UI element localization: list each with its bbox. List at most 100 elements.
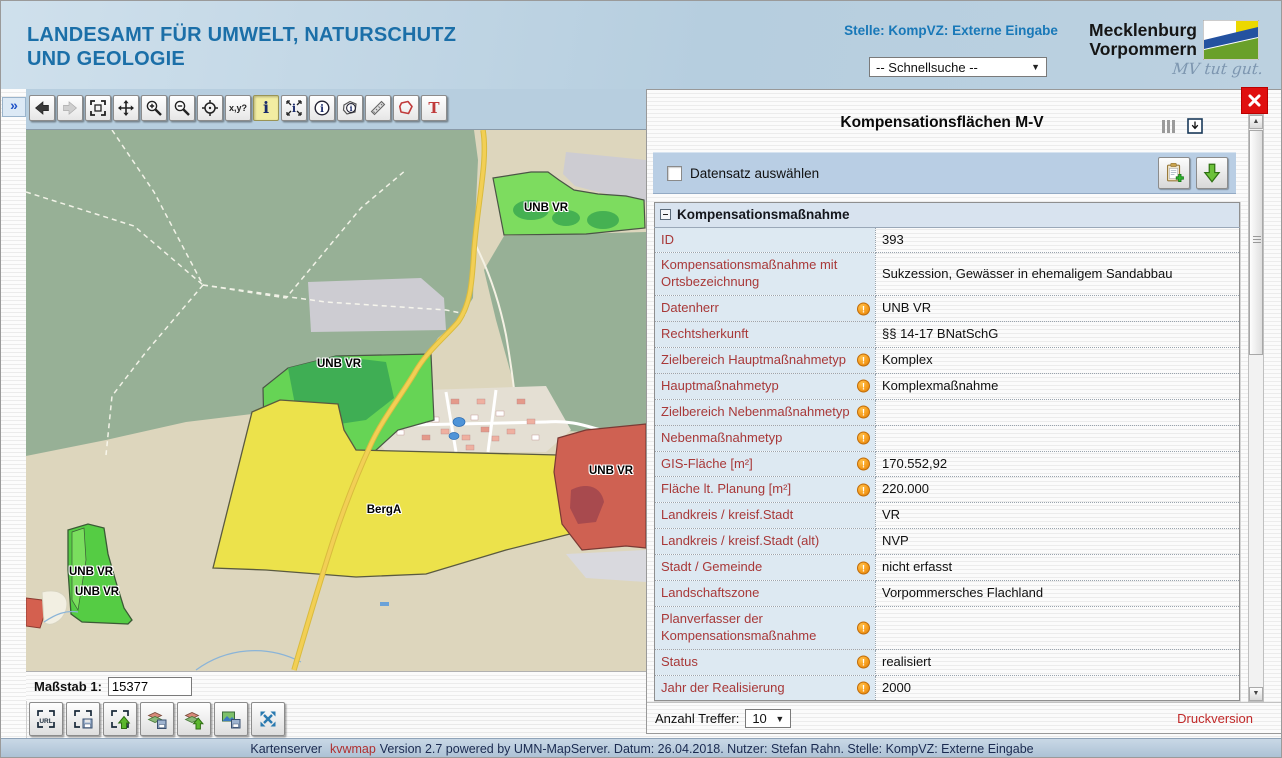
field-value <box>876 606 1240 649</box>
info-area-icon: i <box>341 99 359 117</box>
save-image-button[interactable] <box>214 702 248 736</box>
info-expand-button[interactable]: i <box>281 95 307 121</box>
warning-icon[interactable]: ! <box>857 561 870 574</box>
save-layers-button[interactable] <box>140 702 174 736</box>
full-extent-icon <box>89 99 107 117</box>
field-value: §§ 14-17 BNatSchG <box>876 322 1240 348</box>
field-label: Fläche lt. Planung [m²] <box>661 481 791 496</box>
info-button[interactable]: i <box>253 95 279 121</box>
field-row: Stadt / Gemeinde!nicht erfasst <box>655 555 1240 581</box>
footer-info: Version 2.7 powered by UMN-MapServer. Da… <box>380 742 1034 756</box>
close-panel-button[interactable] <box>1241 87 1268 114</box>
forward-arrow-icon <box>64 102 77 114</box>
field-row: Jahr der Realisierung!2000 <box>655 675 1240 701</box>
svg-text:i: i <box>292 102 296 115</box>
hits-count-value: 10 <box>752 711 766 726</box>
load-layers-icon <box>183 708 205 730</box>
copy-record-button[interactable] <box>1158 157 1190 189</box>
quick-search-select[interactable]: -- Schnellsuche -- ▼ <box>869 57 1047 77</box>
share-url-button[interactable]: URL <box>29 702 63 736</box>
sidebar-expand-button[interactable]: » <box>2 97 26 117</box>
xy-query-button[interactable]: x,y? <box>225 95 251 121</box>
zoom-out-button[interactable] <box>169 95 195 121</box>
app-window: LANDESAMT FÜR UMWELT, NATURSCHUTZ UND GE… <box>0 0 1282 758</box>
select-record-checkbox[interactable] <box>667 166 682 181</box>
scale-label: Maßstab 1: <box>34 679 102 694</box>
expand-arrows-icon <box>257 708 279 730</box>
info-expand-icon: i <box>285 99 303 117</box>
svg-text:i: i <box>320 104 324 115</box>
agency-title: LANDESAMT FÜR UMWELT, NATURSCHUTZ UND GE… <box>27 23 456 71</box>
load-extent-button[interactable] <box>103 702 137 736</box>
warning-icon[interactable]: ! <box>857 682 870 695</box>
pan-button[interactable] <box>113 95 139 121</box>
map-labels: UNB VRUNB VRUNB VRBergAUNB VRUNB VR <box>26 130 646 672</box>
field-row: Zielbereich Nebenmaßnahmetyp! <box>655 399 1240 425</box>
recenter-button[interactable] <box>197 95 223 121</box>
save-extent-button[interactable] <box>66 702 100 736</box>
field-label: Jahr der Realisierung <box>661 680 785 695</box>
svg-text:i: i <box>350 104 353 113</box>
zoom-out-icon <box>173 99 191 117</box>
text-tool-icon: T <box>428 101 439 116</box>
load-layers-button[interactable] <box>177 702 211 736</box>
map-feature-label: UNB VR <box>75 586 119 598</box>
field-row: Planverfasser der Kompensationsmaßnahme! <box>655 606 1240 649</box>
dock-panel-icon[interactable] <box>1187 118 1203 134</box>
panel-scrollbar[interactable]: ▲ ▼ <box>1248 114 1264 702</box>
close-icon <box>1246 92 1263 109</box>
field-label: Datenherr <box>661 300 719 315</box>
layout-columns-icon[interactable] <box>1162 120 1175 133</box>
field-label: Stadt / Gemeinde <box>661 559 762 574</box>
field-row: Rechtsherkunft§§ 14-17 BNatSchG <box>655 322 1240 348</box>
download-arrow-icon <box>1200 161 1224 185</box>
field-row: Zielbereich Hauptmaßnahmetyp!Komplex <box>655 348 1240 374</box>
scale-input[interactable] <box>108 677 192 696</box>
add-text-button[interactable]: T <box>421 95 447 121</box>
field-row: Landkreis / kreisf.StadtVR <box>655 503 1240 529</box>
info-area-button[interactable]: i <box>337 95 363 121</box>
export-download-button[interactable] <box>1196 157 1228 189</box>
field-row: ID393 <box>655 227 1240 253</box>
field-row: Landkreis / kreisf.Stadt (alt)NVP <box>655 529 1240 555</box>
left-sidebar-strip: » <box>1 89 27 738</box>
warning-icon[interactable]: ! <box>857 483 870 496</box>
collapse-section-icon[interactable] <box>660 209 671 220</box>
warning-icon[interactable]: ! <box>857 458 870 471</box>
measure-button[interactable] <box>365 95 391 121</box>
print-version-link[interactable]: Druckversion <box>1177 711 1253 726</box>
save-extent-icon <box>72 708 94 730</box>
field-value: 170.552,92 <box>876 451 1240 477</box>
warning-icon[interactable]: ! <box>857 354 870 367</box>
field-label: Landkreis / kreisf.Stadt (alt) <box>661 533 819 548</box>
zoom-in-button[interactable] <box>141 95 167 121</box>
map-canvas[interactable]: UNB VRUNB VRUNB VRBergAUNB VRUNB VR <box>26 129 646 672</box>
warning-icon[interactable]: ! <box>857 380 870 393</box>
zoom-in-icon <box>145 99 163 117</box>
polygon-icon <box>397 99 415 117</box>
field-value <box>876 425 1240 451</box>
warning-icon[interactable]: ! <box>857 432 870 445</box>
info-circle-button[interactable]: i <box>309 95 335 121</box>
field-row: Nebenmaßnahmetyp! <box>655 425 1240 451</box>
field-label: Zielbereich Nebenmaßnahmetyp <box>661 404 850 419</box>
hits-count-select[interactable]: 10 ▼ <box>745 709 791 728</box>
forward-button[interactable] <box>57 95 83 121</box>
field-label: Landschaftszone <box>661 585 759 600</box>
scroll-up-button[interactable]: ▲ <box>1249 115 1263 129</box>
max-extent-button[interactable] <box>251 702 285 736</box>
scrollbar-thumb[interactable] <box>1249 130 1263 355</box>
warning-icon[interactable]: ! <box>857 302 870 315</box>
field-value: Komplex <box>876 348 1240 374</box>
draw-polygon-button[interactable] <box>393 95 419 121</box>
back-button[interactable] <box>29 95 55 121</box>
field-value <box>876 399 1240 425</box>
warning-icon[interactable]: ! <box>857 621 870 634</box>
footer-brand: kvwmap <box>330 742 376 756</box>
chevron-down-icon: ▼ <box>775 714 784 724</box>
field-label: Hauptmaßnahmetyp <box>661 378 779 393</box>
scroll-down-button[interactable]: ▼ <box>1249 687 1263 701</box>
warning-icon[interactable]: ! <box>857 656 870 669</box>
full-extent-button[interactable] <box>85 95 111 121</box>
warning-icon[interactable]: ! <box>857 406 870 419</box>
